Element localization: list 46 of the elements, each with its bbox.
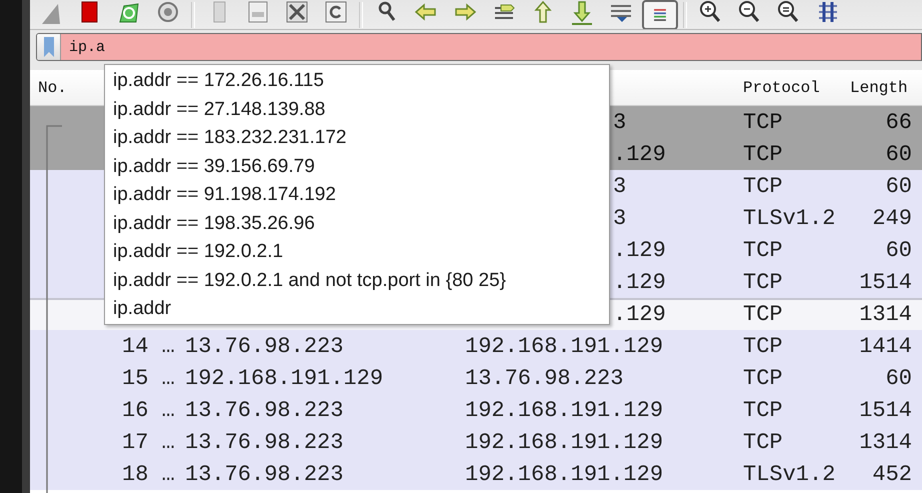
table-cell-text: 1514: [858, 270, 912, 294]
table-cell-text: TCP: [743, 302, 784, 326]
table-cell-text: 192.168.191.129: [465, 462, 664, 486]
table-cell-text: 15 …: [122, 366, 176, 390]
table-cell-text: 1414: [858, 334, 912, 358]
table-cell-text: 16 …: [122, 398, 176, 422]
table-cell: 3: [613, 206, 626, 230]
table-cell: .129: [613, 270, 666, 294]
table-cell-text: 192.168.191.129: [465, 334, 664, 358]
table-cell-text: 1314: [858, 430, 912, 454]
table-cell: 3: [613, 174, 626, 198]
table-cell-text: 60: [884, 366, 912, 390]
table-cell-text: 452: [871, 462, 912, 486]
table-cell: 3: [613, 110, 626, 134]
table-cell-text: 13.76.98.223: [185, 398, 344, 422]
table-cell-text: 192.168.191.129: [185, 366, 384, 390]
table-cell-text: TCP: [743, 142, 784, 166]
table-cell-text: TCP: [743, 366, 784, 390]
table-cell-text: 1514: [858, 398, 912, 422]
table-cell-text: TCP: [743, 110, 784, 134]
table-cell-text: TLSv1.2: [743, 206, 836, 230]
table-cell-text: TCP: [743, 398, 784, 422]
table-cell-text: 192.168.191.129: [465, 430, 664, 454]
table-cell-text: TCP: [743, 174, 784, 198]
table-cell-text: TCP: [743, 270, 784, 294]
table-cell-text: 60: [884, 142, 912, 166]
table-cell-text: 13.76.98.223: [465, 366, 624, 390]
table-cell-text: 13.76.98.223: [185, 430, 344, 454]
table-cell-text: 249: [871, 206, 912, 230]
table-cell-text: 1314: [858, 302, 912, 326]
table-cell-text: 66: [884, 110, 912, 134]
table-cell: .129: [613, 142, 666, 166]
table-cell: .129: [613, 238, 666, 262]
table-cell-text: 60: [884, 174, 912, 198]
table-cell-text: TCP: [743, 238, 784, 262]
table-cell-text: 14 …: [122, 334, 176, 358]
table-cell-text: TLSv1.2: [743, 462, 836, 486]
table-cell-text: TCP: [743, 334, 784, 358]
table-cell-text: 13.76.98.223: [185, 462, 344, 486]
table-cell-text: 192.168.191.129: [465, 398, 664, 422]
table-cell: .129: [613, 302, 666, 326]
table-cell-text: TCP: [743, 430, 784, 454]
table-cell-text: 18 …: [122, 462, 176, 486]
table-cell-text: 13.76.98.223: [185, 334, 344, 358]
table-cell-text: 17 …: [122, 430, 176, 454]
table-cell-text: 60: [884, 238, 912, 262]
